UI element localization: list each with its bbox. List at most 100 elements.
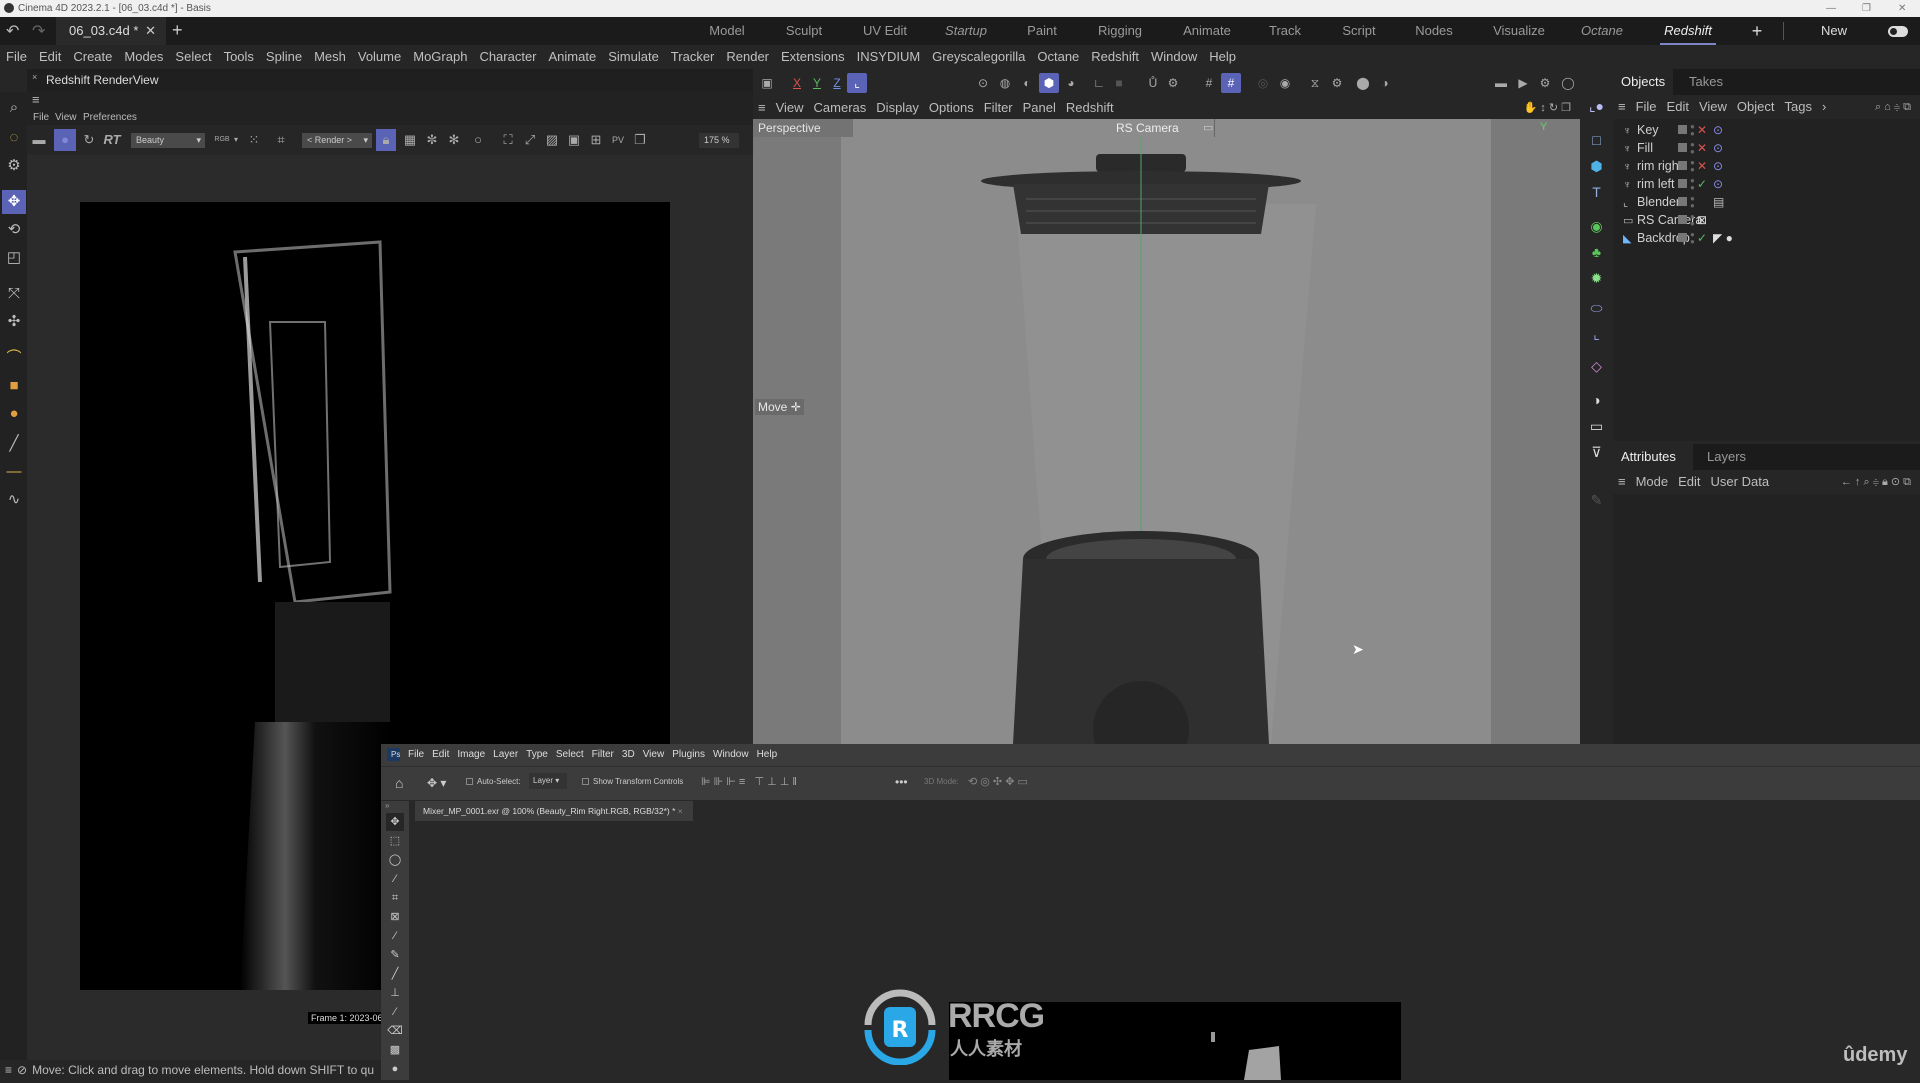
tab-nodes[interactable]: Nodes [1407, 17, 1461, 45]
rotate-tool-icon[interactable]: ⟲ [2, 218, 26, 242]
panel-icon[interactable]: ▣ [757, 73, 777, 93]
obj-menu-tags[interactable]: Tags [1779, 99, 1816, 114]
tab-redshift[interactable]: Redshift [1660, 17, 1716, 45]
snap-settings-icon[interactable]: ⚙ [1163, 73, 1183, 93]
marquee-tool-icon[interactable]: ⬚ [386, 832, 404, 850]
menu-volume[interactable]: Volume [352, 45, 407, 69]
auto-select-layer-dropdown[interactable]: Layer ▾ [529, 773, 567, 789]
menu-mesh[interactable]: Mesh [308, 45, 352, 69]
viewport-nav-icons[interactable]: ✋ ↕ ↻ ❐ [1519, 97, 1576, 119]
home-icon[interactable]: ⌂ [395, 775, 403, 791]
freeze-icon[interactable]: ✼ [423, 129, 441, 151]
render-settings-clapper-icon[interactable]: ⚙ [1535, 73, 1555, 93]
disabled-x-icon[interactable]: ✕ [1697, 157, 1707, 175]
ps-menu-type[interactable]: Type [522, 749, 552, 760]
tiles-icon[interactable]: ▦ [401, 129, 419, 151]
undo-icon[interactable]: ↶ [6, 21, 19, 41]
close-tab-icon[interactable]: ✕ [145, 17, 156, 45]
lasso-tool-icon[interactable]: ◯ [386, 851, 404, 869]
render-dots[interactable]: ● ● [1690, 177, 1695, 192]
volume-icon[interactable]: ◇ [1584, 354, 1609, 379]
display-tag-icon[interactable]: ▤ [1713, 193, 1724, 211]
spline-smooth-icon[interactable]: ● [2, 402, 26, 426]
close-window-button[interactable]: ✕ [1898, 0, 1906, 17]
brush-tool-icon[interactable]: ╱ [386, 965, 404, 983]
move-tool-icon[interactable]: ✥ [2, 190, 26, 214]
rs-menu-view[interactable]: View [55, 112, 77, 123]
objects-tool-icons[interactable]: ⌕ ⌂ ≑ ⧉ [1870, 95, 1916, 119]
eraser-icon[interactable]: ⌫ [386, 1022, 404, 1040]
transfer-tool-icon[interactable]: ⤧ [2, 282, 26, 306]
render-dots[interactable]: ● ● [1690, 195, 1695, 210]
tab-uv-edit[interactable]: UV Edit [858, 17, 912, 45]
obj-menu-file[interactable]: File [1631, 99, 1662, 114]
more-options-icon[interactable]: ••• [895, 775, 908, 789]
object-row-backdrop[interactable]: ◣ Backdrop ● ● ✓ ◤ ● [1623, 229, 1913, 247]
obj-menu-object[interactable]: Object [1732, 99, 1780, 114]
tab-layers[interactable]: Layers [1699, 444, 1754, 470]
ps-menu-image[interactable]: Image [453, 749, 489, 760]
ps-menu-view[interactable]: View [639, 749, 669, 760]
menu-file[interactable]: File [0, 45, 33, 69]
tab-objects[interactable]: Objects [1613, 69, 1674, 95]
symmetry-off-icon[interactable]: ◎ [1253, 73, 1273, 93]
vp-menu-view[interactable]: View [771, 100, 809, 115]
edges-mode-icon[interactable]: ◍ [995, 73, 1015, 93]
attr-menu-mode[interactable]: Mode [1631, 474, 1674, 489]
gradient-icon[interactable]: ▩ [386, 1041, 404, 1059]
menu-select[interactable]: Select [169, 45, 217, 69]
menu-render[interactable]: Render [720, 45, 775, 69]
scale-tool-icon[interactable]: ◰ [2, 246, 26, 270]
menu-mograph[interactable]: MoGraph [407, 45, 473, 69]
tab-track[interactable]: Track [1258, 17, 1312, 45]
ps-move-tool-icon[interactable]: ✥ [386, 813, 404, 831]
chevron-right-icon[interactable]: › [1817, 99, 1831, 114]
tab-visualize[interactable]: Visualize [1488, 17, 1550, 45]
magnet-icon[interactable]: Ů [1143, 73, 1163, 93]
ps-close-tab-icon[interactable]: × [678, 806, 683, 816]
axis-x-lock[interactable]: X [787, 73, 807, 93]
ps-menu-edit[interactable]: Edit [428, 749, 453, 760]
ps-menu-window[interactable]: Window [709, 749, 753, 760]
menu-tracker[interactable]: Tracker [665, 45, 721, 69]
aov-select[interactable]: Beauty ▾ [131, 133, 205, 148]
ps-menu-layer[interactable]: Layer [489, 749, 522, 760]
magic-wand-icon[interactable]: ⁄ [386, 870, 404, 888]
3d-mode-icons[interactable]: ⟲ ◎ ✣ ✥ ▭ [968, 775, 1028, 788]
material-tag-icon[interactable]: ◤ ● [1713, 229, 1733, 247]
text-icon[interactable]: T [1584, 180, 1609, 205]
vp-menu-redshift[interactable]: Redshift [1061, 100, 1119, 115]
spline-points-icon[interactable]: ■ [2, 374, 26, 398]
render-dots[interactable]: ● ● [1690, 159, 1695, 174]
menu-extensions[interactable]: Extensions [775, 45, 851, 69]
tab-model[interactable]: Model [700, 17, 754, 45]
tab-attributes[interactable]: Attributes [1613, 444, 1693, 470]
edit-icon[interactable]: ✎ [1584, 488, 1609, 513]
menu-insydium[interactable]: INSYDIUM [851, 45, 927, 69]
redo-icon[interactable]: ↷ [32, 21, 45, 41]
show-transform-checkbox[interactable] [582, 778, 589, 785]
menu-greyscalegorilla[interactable]: Greyscalegorilla [926, 45, 1031, 69]
disabled-x-icon[interactable]: ✕ [1697, 139, 1707, 157]
object-row-fill[interactable]: ♆ Fill ● ● ✕ ⊙ [1623, 139, 1913, 157]
add-layout-button[interactable]: + [1748, 17, 1766, 45]
document-tab[interactable]: 06_03.c4d * ✕ [56, 17, 166, 45]
axis-y-lock[interactable]: Y [807, 73, 827, 93]
enabled-check-icon[interactable]: ✓ [1697, 229, 1707, 247]
mirror-settings-icon[interactable]: ⚙ [1327, 73, 1347, 93]
menu-help[interactable]: Help [1203, 45, 1242, 69]
axis-mode-icon[interactable]: ∟ [1089, 73, 1109, 93]
vp-menu-display[interactable]: Display [871, 100, 924, 115]
tab-octane[interactable]: Octane [1575, 17, 1629, 45]
tab-animate[interactable]: Animate [1177, 17, 1237, 45]
start-render-icon[interactable]: ● [54, 129, 76, 151]
visibility-toggle[interactable] [1678, 161, 1687, 170]
auto-select-checkbox[interactable] [466, 778, 473, 785]
healing-brush-icon[interactable]: ✎ [386, 946, 404, 964]
menu-window[interactable]: Window [1145, 45, 1203, 69]
rgb-channel-button[interactable]: RGB [213, 129, 231, 151]
generator-icon[interactable]: ◉ [1584, 214, 1609, 239]
refresh-icon[interactable]: ↻ [80, 129, 98, 151]
render-view-icon[interactable]: ▬ [1491, 73, 1511, 93]
texture-mode-icon[interactable]: ◕ [1061, 73, 1081, 93]
